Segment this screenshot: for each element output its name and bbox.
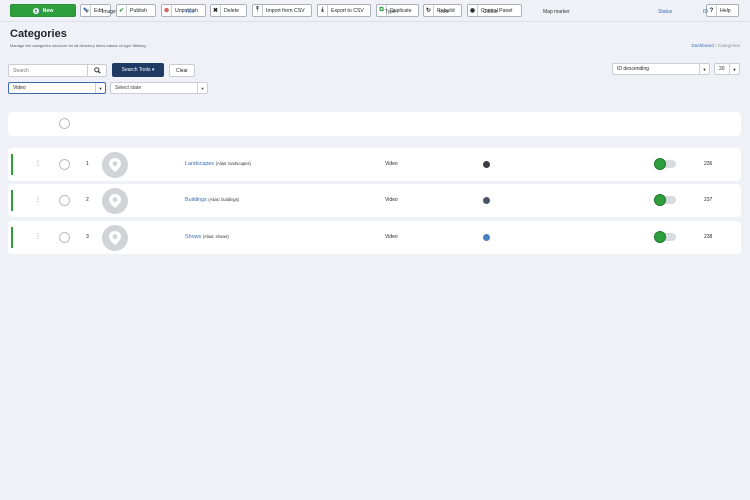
upload-icon: ⤒ bbox=[253, 5, 263, 16]
search-icon bbox=[93, 67, 101, 74]
category-image bbox=[102, 188, 128, 214]
chevron-down-icon: ▼ bbox=[699, 64, 709, 74]
new-button[interactable]: + New bbox=[10, 4, 76, 17]
chevron-down-icon: ▼ bbox=[729, 64, 739, 74]
row-type: Video bbox=[385, 234, 398, 240]
row-number: 1 bbox=[86, 161, 89, 167]
col-colour: Colour bbox=[483, 9, 498, 15]
published-indicator bbox=[11, 190, 13, 211]
chevron-down-icon: ▼ bbox=[197, 83, 207, 93]
breadcrumb: Dashboard / Categories bbox=[691, 43, 740, 48]
status-toggle[interactable] bbox=[655, 232, 676, 242]
unpublish-button[interactable]: ⊗ Unpublish bbox=[161, 4, 206, 17]
row-type: Video bbox=[385, 197, 398, 203]
row-id: 236 bbox=[704, 161, 713, 167]
state-filter-select[interactable]: Select state ▼ bbox=[110, 82, 208, 94]
drag-handle-icon[interactable]: ⋮ bbox=[35, 233, 41, 240]
drag-handle-icon[interactable]: ⋮ bbox=[35, 196, 41, 203]
breadcrumb-dashboard[interactable]: Dashboard bbox=[691, 43, 713, 48]
status-toggle[interactable] bbox=[655, 195, 676, 205]
published-indicator bbox=[11, 154, 13, 175]
col-num: # bbox=[86, 9, 89, 15]
published-indicator bbox=[11, 227, 13, 248]
category-image bbox=[102, 152, 128, 178]
delete-button[interactable]: ✖ Delete bbox=[210, 4, 247, 17]
close-icon: ✖ bbox=[211, 5, 221, 16]
colour-swatch bbox=[483, 197, 490, 204]
export-button[interactable]: ⤓ Export to CSV bbox=[317, 4, 371, 17]
col-status[interactable]: Status bbox=[658, 9, 672, 15]
import-button[interactable]: ⤒ Import from CSV bbox=[252, 4, 312, 17]
row-select-radio[interactable] bbox=[59, 159, 70, 170]
clear-button[interactable]: Clear bbox=[169, 64, 195, 77]
select-all-radio[interactable] bbox=[59, 118, 70, 129]
page-title: Categories bbox=[10, 28, 67, 40]
map-pin-icon bbox=[109, 158, 121, 172]
search-placeholder: Search bbox=[13, 67, 29, 74]
search-input[interactable]: Search bbox=[8, 64, 88, 77]
row-select-radio[interactable] bbox=[59, 195, 70, 206]
table-row: ⋮ 1 Landscapes (Alias: landscapes) Video… bbox=[8, 148, 741, 181]
row-id: 238 bbox=[704, 234, 713, 240]
category-title-link[interactable]: Buildings bbox=[185, 197, 207, 203]
dashboard-icon: ◉ bbox=[468, 5, 478, 16]
publish-button[interactable]: ✔ Publish bbox=[116, 4, 156, 17]
row-select-radio[interactable] bbox=[59, 232, 70, 243]
category-alias: (Alias: shows) bbox=[202, 234, 229, 239]
row-title: Landscapes (Alias: landscapes) bbox=[185, 161, 251, 167]
category-title-link[interactable]: Landscapes bbox=[185, 161, 214, 167]
col-map-marker: Map marker bbox=[543, 9, 570, 15]
table-row: ⋮ 2 Buildings (Alias: buildings) Video 2… bbox=[8, 184, 741, 217]
row-number: 2 bbox=[86, 197, 89, 203]
map-pin-icon bbox=[109, 194, 121, 208]
row-title: Buildings (Alias: buildings) bbox=[185, 197, 239, 203]
search-tools-button[interactable]: Search Tools ▾ bbox=[112, 63, 164, 77]
row-id: 237 bbox=[704, 197, 713, 203]
refresh-icon: ↻ bbox=[424, 5, 434, 16]
toggle-knob bbox=[655, 159, 665, 169]
category-alias: (Alias: landscapes) bbox=[215, 161, 251, 166]
page-subtitle: Manage the categories structure for all … bbox=[10, 43, 147, 48]
duplicate-button[interactable]: ⧉ Duplicate bbox=[376, 4, 419, 17]
drag-handle-icon[interactable]: ⋮ bbox=[35, 160, 41, 167]
limit-select[interactable]: 20 ▼ bbox=[714, 63, 740, 75]
help-icon: ? bbox=[707, 5, 717, 16]
search-button[interactable] bbox=[87, 64, 107, 77]
breadcrumb-current: Categories bbox=[717, 43, 740, 48]
type-filter-select[interactable]: Video ▼ bbox=[8, 82, 106, 94]
table-header bbox=[8, 112, 741, 136]
download-icon: ⤓ bbox=[318, 5, 328, 16]
map-pin-icon bbox=[109, 231, 121, 245]
colour-swatch bbox=[483, 161, 490, 168]
status-toggle[interactable] bbox=[655, 159, 676, 169]
table-row: ⋮ 3 Shows (Alias: shows) Video 238 bbox=[8, 221, 741, 254]
col-title[interactable]: Title bbox=[185, 9, 194, 15]
col-image: Image bbox=[102, 9, 116, 15]
col-id[interactable]: ID bbox=[703, 9, 708, 15]
row-number: 3 bbox=[86, 234, 89, 240]
category-image bbox=[102, 225, 128, 251]
category-title-link[interactable]: Shows bbox=[185, 234, 201, 240]
unpublish-icon: ⊗ bbox=[162, 5, 172, 16]
col-type: Type bbox=[385, 9, 396, 15]
ordering-select[interactable]: ID descending ▼ bbox=[612, 63, 710, 75]
toggle-knob bbox=[655, 232, 665, 242]
row-type: Video bbox=[385, 161, 398, 167]
category-alias: (Alias: buildings) bbox=[208, 197, 240, 202]
colour-swatch bbox=[483, 234, 490, 241]
chevron-down-icon: ▼ bbox=[95, 83, 105, 93]
help-button[interactable]: ? Help bbox=[706, 4, 739, 17]
check-icon: ✔ bbox=[117, 5, 127, 16]
col-icon: Icon bbox=[439, 9, 449, 15]
row-title: Shows (Alias: shows) bbox=[185, 234, 229, 240]
toggle-knob bbox=[655, 195, 665, 205]
ordering-sort-icon[interactable]: ⇕ ▾ bbox=[34, 9, 42, 15]
